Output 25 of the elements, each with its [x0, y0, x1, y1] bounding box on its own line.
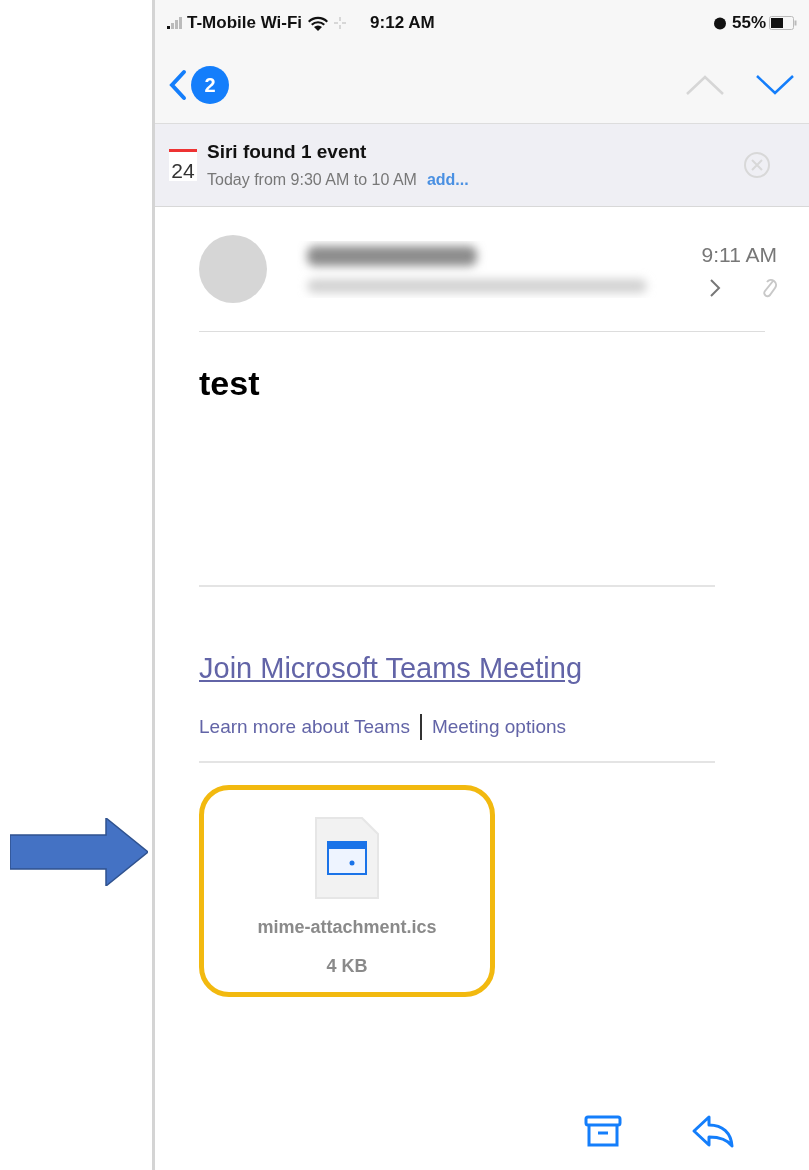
learn-more-link[interactable]: Learn more about Teams [199, 712, 410, 741]
add-event-link[interactable]: add... [426, 168, 469, 193]
calendar-day-icon: 24 [169, 149, 197, 181]
clock-time: 9:12 AM [370, 12, 435, 35]
chevron-right-icon [709, 277, 721, 298]
signal-icon [167, 17, 183, 29]
unread-badge: 2 [191, 65, 229, 104]
siri-event-title: Siri found 1 event [207, 139, 368, 164]
carrier-name: T-Mobile Wi-Fi [187, 12, 303, 35]
back-chevron-icon [169, 68, 187, 101]
next-message-button[interactable] [755, 73, 795, 96]
battery-icon [769, 16, 797, 30]
message-subject: test [199, 363, 261, 404]
calendar-file-icon [314, 816, 380, 900]
battery-percent: 55% [731, 12, 766, 35]
attachment-name: mime-attachment.ics [257, 916, 437, 939]
attachment-card[interactable]: mime-attachment.ics 4 KB [199, 785, 495, 997]
meeting-options-link[interactable]: Meeting options [431, 712, 567, 741]
back-button[interactable]: 2 [169, 65, 229, 104]
arrow-icon [10, 818, 148, 886]
event-time: Today from 9:30 AM to 10 AM [207, 170, 417, 191]
attachment-size: 4 KB [326, 955, 368, 978]
wifi-icon [308, 15, 329, 31]
join-meeting-link[interactable]: Join Microsoft Teams Meeting [199, 647, 583, 691]
message-time: 9:11 AM [701, 242, 777, 269]
